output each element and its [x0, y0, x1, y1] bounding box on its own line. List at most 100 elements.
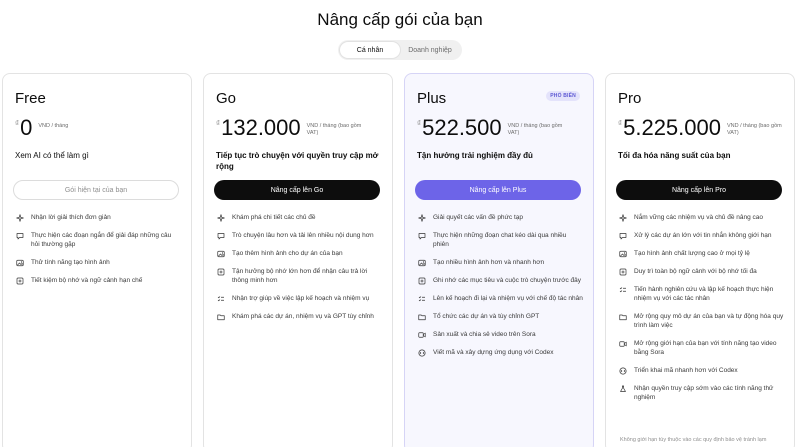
feature-item: Sản xuất và chia sẻ video trên Sora — [417, 330, 583, 339]
checklist-icon — [618, 285, 628, 294]
price: ₫ 0 VND / tháng — [15, 116, 68, 140]
price-amount: 0 — [20, 115, 33, 140]
feature-item: Trò chuyện lâu hơn và tải lên nhiều nội … — [216, 231, 382, 240]
checklist-icon — [216, 294, 226, 303]
tab-personal[interactable]: Cá nhân — [340, 42, 400, 58]
feature-list: Nhận lời giải thích đơn giản Thực hiện cá… — [15, 213, 181, 294]
price-amount: 132.000 — [221, 115, 301, 140]
plan-tagline: Tiếp tục trò chuyện với quyền truy cập m… — [216, 151, 379, 171]
plan-tagline: Tối đa hóa năng suất của bạn — [618, 151, 731, 160]
price-period: VND / tháng (bao gồm VAT) — [507, 123, 563, 136]
feature-text: Tạo thêm hình ảnh cho dự án của bạn — [232, 250, 343, 257]
flask-icon — [618, 384, 628, 393]
feature-text: Mở rộng giới hạn của bạn với tính năng t… — [634, 340, 777, 356]
price: ₫ 5.225.000 VND / tháng (bao gồm VAT) — [618, 116, 782, 140]
feature-text: Triển khai mã nhanh hơn với Codex — [634, 367, 738, 374]
plan-type-toggle: Cá nhân Doanh nghiệp — [338, 40, 462, 60]
checklist-icon — [417, 294, 427, 303]
price-amount: 522.500 — [422, 115, 502, 140]
feature-text: Sản xuất và chia sẻ video trên Sora — [433, 331, 536, 338]
plan-tagline: Tận hưởng trải nghiệm đầy đủ — [417, 151, 533, 160]
feature-item: Tạo nhiều hình ảnh hơn và nhanh hơn — [417, 258, 583, 267]
feature-text: Tổ chức các dự án và tùy chỉnh GPT — [433, 313, 540, 320]
price-period: VND / tháng (bao gồm VAT) — [306, 123, 362, 136]
feature-text: Tiết kiệm bộ nhớ và ngữ cảnh hạn chế — [31, 277, 143, 284]
chat-icon — [216, 231, 226, 240]
plan-cards: Free ₫ 0 VND / tháng Xem AI có thể làm g… — [0, 73, 800, 447]
feature-text: Viết mã và xây dựng ứng dụng với Codex — [433, 349, 554, 356]
price-amount: 5.225.000 — [623, 115, 721, 140]
video-icon — [618, 339, 628, 348]
feature-text: Nắm vững các nhiệm vụ và chủ đề nâng cao — [634, 214, 764, 221]
feature-item: Duy trì toàn bộ ngữ cảnh với bộ nhớ tối … — [618, 267, 784, 276]
plan-name: Pro — [618, 90, 642, 107]
feature-text: Lên kế hoạch đi lại và nhiệm vụ với chế … — [433, 295, 583, 302]
plan-card-pro: Pro ₫ 5.225.000 VND / tháng (bao gồm VAT… — [605, 73, 795, 447]
feature-text: Giải quyết các vấn đề phức tạp — [433, 214, 523, 221]
feature-item: Tạo thêm hình ảnh cho dự án của bạn — [216, 249, 382, 258]
feature-item: Xử lý các dự án lớn với tin nhắn không g… — [618, 231, 784, 240]
sparkle-icon — [618, 213, 628, 222]
feature-item: Viết mã và xây dựng ứng dụng với Codex — [417, 348, 583, 357]
folder-icon — [417, 312, 427, 321]
memory-icon — [15, 276, 25, 285]
plan-name: Plus — [417, 90, 447, 107]
chat-icon — [618, 231, 628, 240]
currency-symbol: ₫ — [417, 119, 422, 128]
feature-item: Thử tính năng tạo hình ảnh — [15, 258, 181, 267]
feature-text: Nhận trợ giúp về việc lập kế hoạch và nh… — [232, 295, 370, 302]
feature-item: Khám phá chi tiết các chủ đề — [216, 213, 382, 222]
feature-item: Khám phá các dự án, nhiệm vụ và GPT tùy … — [216, 312, 382, 321]
price-period: VND / tháng (bao gồm VAT) — [726, 123, 782, 136]
feature-item: Lên kế hoạch đi lại và nhiệm vụ với chế … — [417, 294, 583, 303]
feature-text: Thực hiện các đoạn ngắn để giải đáp nhữn… — [31, 232, 172, 248]
currency-symbol: ₫ — [216, 119, 221, 128]
price: ₫ 132.000 VND / tháng (bao gồm VAT) — [216, 116, 362, 140]
feature-text: Tạo nhiều hình ảnh hơn và nhanh hơn — [433, 259, 545, 266]
currency-symbol: ₫ — [15, 119, 20, 128]
video-icon — [417, 330, 427, 339]
chat-icon — [417, 231, 427, 240]
feature-item: Nhận quyền truy cập sớm vào các tính năn… — [618, 384, 784, 402]
feature-text: Tận hưởng bộ nhớ lớn hơn để nhận câu trả… — [232, 268, 368, 284]
feature-item: Giải quyết các vấn đề phức tạp — [417, 213, 583, 222]
feature-list: Nắm vững các nhiệm vụ và chủ đề nâng cao… — [618, 213, 784, 411]
sparkle-icon — [216, 213, 226, 222]
feature-item: Tiến hành nghiên cứu và lập kế hoạch thự… — [618, 285, 784, 303]
feature-item: Tạo hình ảnh chất lượng cao ở mọi tỷ lệ — [618, 249, 784, 258]
feature-text: Tiến hành nghiên cứu và lập kế hoạch thự… — [634, 286, 774, 302]
plan-card-free: Free ₫ 0 VND / tháng Xem AI có thể làm g… — [2, 73, 192, 447]
feature-item: Thực hiện các đoạn ngắn để giải đáp nhữn… — [15, 231, 181, 249]
plan-name: Free — [15, 90, 46, 107]
upgrade-pro-button[interactable]: Nâng cấp lên Pro — [616, 180, 782, 200]
image-icon — [216, 249, 226, 258]
upgrade-go-button[interactable]: Nâng cấp lên Go — [214, 180, 380, 200]
feature-text: Nhận lời giải thích đơn giản — [31, 214, 111, 221]
memory-icon — [618, 267, 628, 276]
feature-text: Khám phá các dự án, nhiệm vụ và GPT tùy … — [232, 313, 374, 320]
feature-text: Ghi nhớ các mục tiêu và cuộc trò chuyện … — [433, 277, 581, 284]
feature-text: Duy trì toàn bộ ngữ cảnh với bộ nhớ tối … — [634, 268, 757, 275]
feature-text: Thực hiện những đoạn chat kéo dài qua nh… — [433, 232, 567, 248]
feature-text: Trò chuyện lâu hơn và tải lên nhiều nội … — [232, 232, 374, 239]
feature-item: Triển khai mã nhanh hơn với Codex — [618, 366, 784, 375]
code-icon — [618, 366, 628, 375]
feature-text: Thử tính năng tạo hình ảnh — [31, 259, 110, 266]
plan-name: Go — [216, 90, 237, 107]
price-period: VND / tháng — [38, 123, 69, 129]
page-title: Nâng cấp gói của bạn — [317, 10, 483, 29]
image-icon — [618, 249, 628, 258]
feature-text: Nhận quyền truy cập sớm vào các tính năn… — [634, 385, 774, 401]
plan-card-plus: Plus PHỔ BIẾN ₫ 522.500 VND / tháng (bao… — [404, 73, 594, 447]
feature-item: Mở rộng quy mô dự án của bạn và tự động … — [618, 312, 784, 330]
tab-business[interactable]: Doanh nghiệp — [400, 42, 460, 58]
feature-item: Mở rộng giới hạn của bạn với tính năng t… — [618, 339, 784, 357]
feature-list: Khám phá chi tiết các chủ đề Trò chuyện l… — [216, 213, 382, 330]
feature-text: Khám phá chi tiết các chủ đề — [232, 214, 316, 221]
memory-icon — [216, 267, 226, 276]
feature-item: Thực hiện những đoạn chat kéo dài qua nh… — [417, 231, 583, 249]
folder-icon — [216, 312, 226, 321]
upgrade-plus-button[interactable]: Nâng cấp lên Plus — [415, 180, 581, 200]
current-plan-button: Gói hiện tại của bạn — [13, 180, 179, 200]
feature-list: Giải quyết các vấn đề phức tạp Thực hiện … — [417, 213, 583, 366]
